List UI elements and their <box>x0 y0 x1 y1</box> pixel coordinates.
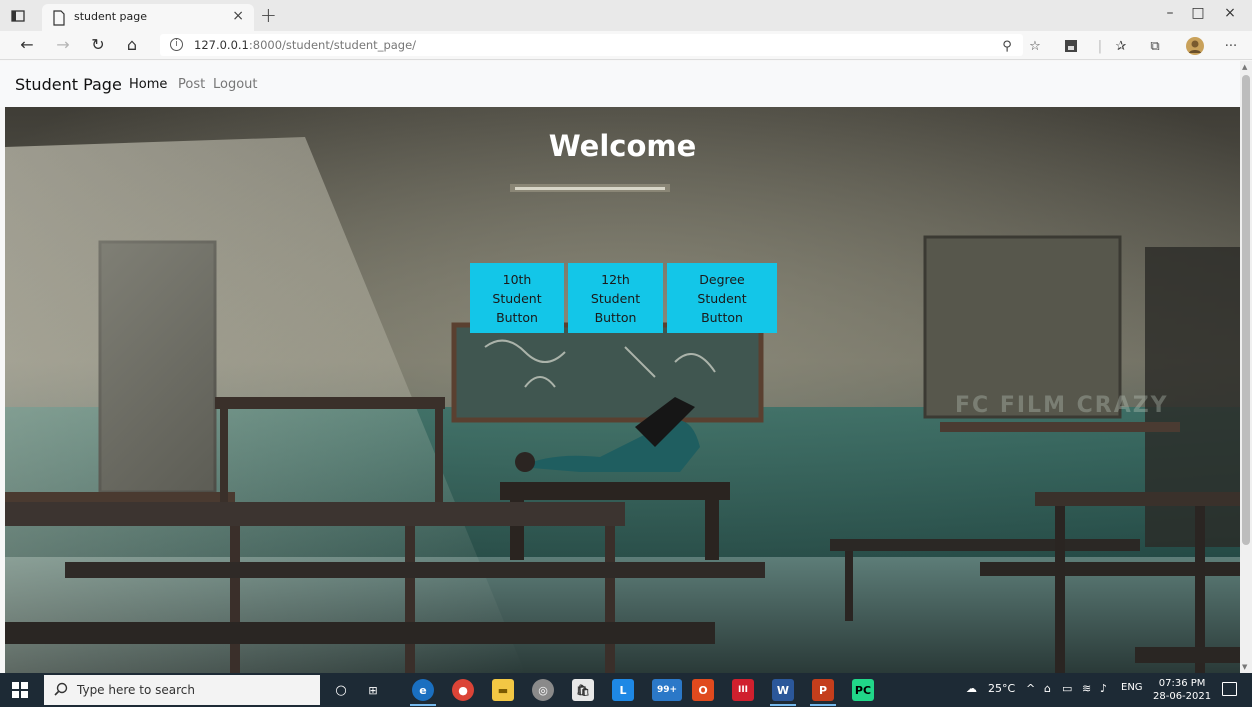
tray-chevron-icon[interactable]: ^ <box>1026 682 1035 695</box>
refresh-icon[interactable]: ↻ <box>87 35 109 55</box>
word-icon[interactable]: W <box>772 679 794 701</box>
store-icon[interactable]: 🛍 <box>572 679 594 701</box>
browser-titlebar: student page × + – □ × <box>0 0 1252 31</box>
maximize-button[interactable]: □ <box>1188 5 1208 21</box>
minimize-button[interactable]: – <box>1160 5 1180 21</box>
tab-actions-icon[interactable] <box>8 6 28 26</box>
browser-tab[interactable]: student page × <box>42 4 254 31</box>
clock-time: 07:36 PM <box>1158 678 1206 689</box>
welcome-heading: Welcome <box>548 129 697 163</box>
forward-arrow-icon[interactable]: → <box>52 35 74 55</box>
favorite-star-icon[interactable]: ☆ <box>1026 37 1044 55</box>
hero-banner: Welcome 10th Student Button 12th Student B… <box>5 107 1240 673</box>
separator: | <box>1097 38 1103 54</box>
notification-icon[interactable] <box>1222 682 1237 696</box>
active-app-indicator <box>410 704 436 706</box>
chrome-icon[interactable]: ● <box>452 679 474 701</box>
powerpoint-icon[interactable]: P <box>812 679 834 701</box>
windows-taskbar: Type here to search ○ ⊞ e ● ▬ ◎ 🛍 L 99+ … <box>0 673 1252 707</box>
office-icon[interactable]: O <box>692 679 714 701</box>
scroll-down-icon[interactable]: ▼ <box>1242 663 1247 671</box>
mail-icon[interactable]: 99+ <box>652 679 682 701</box>
profile-avatar[interactable] <box>1186 37 1204 55</box>
degree-student-button[interactable]: Degree Student Button <box>667 263 777 333</box>
clock-date: 28-06-2021 <box>1153 691 1212 702</box>
site-navbar: Student Page Home Post Logout <box>0 61 1240 107</box>
scroll-thumb[interactable] <box>1242 75 1250 545</box>
favorites-icon[interactable]: ✰ <box>1112 37 1130 55</box>
new-tab-button[interactable]: + <box>260 3 277 27</box>
taskbar-search-input[interactable]: Type here to search <box>44 675 320 705</box>
media-icon[interactable]: ◎ <box>532 679 554 701</box>
app-red-icon[interactable]: III <box>732 679 754 701</box>
extension-icon[interactable] <box>1062 37 1080 55</box>
tab-close-icon[interactable]: × <box>232 8 244 24</box>
network-icon[interactable]: ⌂ <box>1044 682 1051 695</box>
watermark-text: FC FILM CRAZY <box>955 393 1169 418</box>
active-app-indicator <box>810 704 836 706</box>
info-icon[interactable]: i <box>170 38 183 51</box>
task-view-icon[interactable]: ⊞ <box>362 679 384 701</box>
url-text: 127.0.0.1:8000/student/student_page/ <box>194 38 417 52</box>
nav-link-home[interactable]: Home <box>129 77 167 92</box>
search-icon <box>54 682 68 696</box>
pycharm-icon[interactable]: PC <box>852 679 874 701</box>
classroom-background-image <box>5 107 1240 673</box>
home-icon[interactable]: ⌂ <box>121 35 143 55</box>
weather-temperature[interactable]: 25°C <box>988 682 1015 695</box>
battery-icon[interactable]: ▭ <box>1062 682 1072 695</box>
more-menu-icon[interactable]: ··· <box>1222 37 1240 55</box>
12th-student-button[interactable]: 12th Student Button <box>568 263 663 333</box>
language-indicator[interactable]: ENG <box>1121 682 1143 693</box>
nav-link-post[interactable]: Post <box>178 77 205 92</box>
weather-cloud-icon[interactable]: ☁ <box>966 682 977 695</box>
edge-browser-icon[interactable]: e <box>412 679 434 701</box>
back-arrow-icon[interactable]: ← <box>16 35 38 55</box>
cortana-icon[interactable]: ○ <box>330 679 352 701</box>
file-explorer-icon[interactable]: ▬ <box>492 679 514 701</box>
address-toolbar: ← → ↻ ⌂ i 127.0.0.1:8000/student/student… <box>0 31 1252 60</box>
page-scrollbar[interactable]: ▲ ▼ <box>1240 61 1252 673</box>
search-key-icon[interactable]: ⚲ <box>998 37 1016 55</box>
nav-link-logout[interactable]: Logout <box>213 77 258 92</box>
navbar-brand[interactable]: Student Page <box>15 75 122 94</box>
collections-icon[interactable]: ⧉ <box>1146 37 1164 55</box>
url-field[interactable]: i 127.0.0.1:8000/student/student_page/ <box>160 34 1023 56</box>
10th-student-button[interactable]: 10th Student Button <box>470 263 564 333</box>
volume-icon[interactable]: ♪ <box>1100 682 1107 695</box>
taskbar-clock[interactable]: 07:36 PM 28-06-2021 <box>1153 677 1211 703</box>
active-app-indicator <box>770 704 796 706</box>
windows-start-icon[interactable] <box>12 682 28 698</box>
app-l-icon[interactable]: L <box>612 679 634 701</box>
wifi-icon[interactable]: ≋ <box>1082 682 1091 695</box>
search-placeholder: Type here to search <box>77 683 195 697</box>
scroll-up-icon[interactable]: ▲ <box>1242 63 1247 71</box>
page-icon <box>53 10 65 26</box>
tab-title: student page <box>74 10 148 23</box>
close-window-button[interactable]: × <box>1220 5 1240 21</box>
